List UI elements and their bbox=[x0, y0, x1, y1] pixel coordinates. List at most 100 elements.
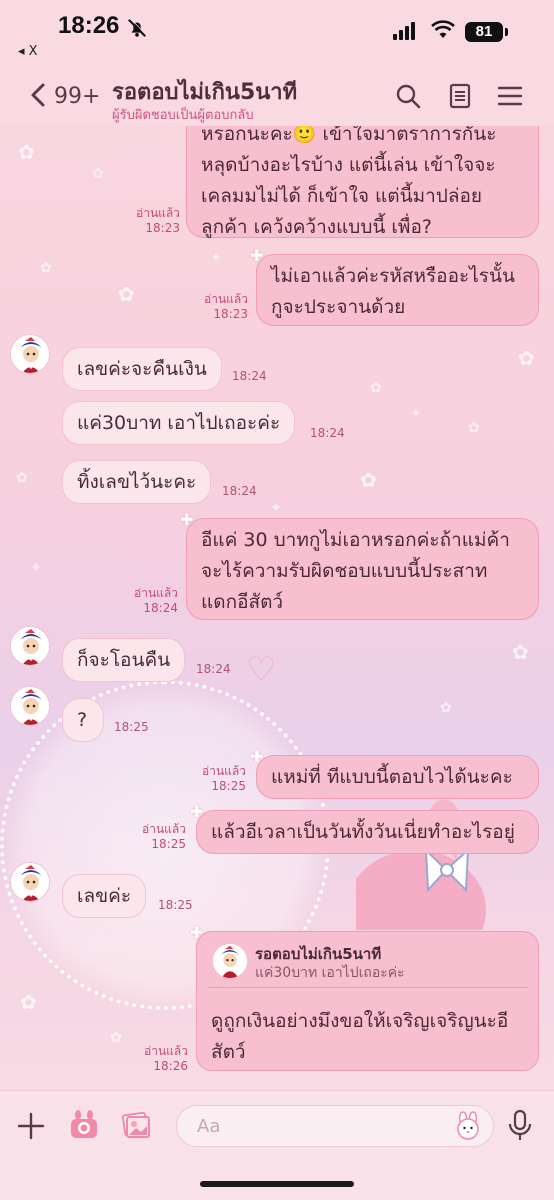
outgoing-message-bubble[interactable]: แล้วอีเวลาเป็นวันทั้งวันเนี่ยทำอะไรอยู่ bbox=[196, 810, 539, 854]
flower-decoration: ✿ bbox=[118, 282, 135, 306]
flower-decoration: ✿ bbox=[18, 140, 35, 164]
read-receipt: อ่านแล้ว bbox=[144, 1044, 188, 1058]
read-receipt: อ่านแล้ว bbox=[134, 586, 178, 600]
message-time: 18:25 bbox=[158, 898, 193, 912]
heart-decoration: ♡ bbox=[246, 650, 277, 690]
sparkle-decoration: ✚ bbox=[250, 246, 264, 265]
chat-header-foreground: 99+ รอตอบไม่เกิน5นาที ผู้รับผิดชอบเป็นผู… bbox=[0, 62, 554, 126]
status-time: 18:26 bbox=[58, 12, 120, 39]
flower-decoration: ✿ bbox=[40, 260, 52, 276]
incoming-message-bubble[interactable]: เลขค่ะจะคืนเงิน bbox=[62, 347, 222, 391]
sparkle-decoration: ✚ bbox=[190, 923, 204, 942]
message-line: ลูกค้า เคว้งคว้างแบบนี้ เพื่อ? bbox=[201, 216, 432, 238]
message-line: สัตว์ bbox=[211, 1041, 246, 1063]
message-text: ก็จะโอนคืน bbox=[77, 649, 171, 671]
flower-decoration: ✿ bbox=[370, 380, 382, 396]
message-meta: อ่านแล้ว 18:25 bbox=[176, 764, 246, 794]
read-receipt: อ่านแล้ว bbox=[136, 206, 180, 220]
message-time: 18:24 bbox=[143, 601, 178, 615]
message-meta: อ่านแล้ว 18:25 bbox=[116, 822, 186, 852]
message-line: กูจะประจานด้วย bbox=[271, 296, 406, 318]
message-text: ? bbox=[77, 709, 88, 731]
contact-avatar[interactable] bbox=[10, 334, 50, 374]
incoming-message-bubble[interactable]: ? bbox=[62, 698, 104, 742]
message-time: 18:24 bbox=[232, 369, 267, 383]
message-time: 18:24 bbox=[310, 426, 345, 440]
message-text: ทิ้งเลขไว้นะคะ bbox=[77, 471, 197, 493]
message-line: ไม่เอาแล้วค่ะรหัสหรืออะไรนั้น bbox=[271, 265, 515, 287]
flower-decoration: ✿ bbox=[16, 470, 28, 486]
incoming-message-bubble[interactable]: เลขค่ะ bbox=[62, 874, 147, 918]
incoming-message-bubble[interactable]: ทิ้งเลขไว้นะคะ bbox=[62, 460, 212, 504]
cellular-signal-icon bbox=[393, 22, 417, 40]
message-text: แหม่ที่ ทีแบบนี้ตอบไวได้นะคะ bbox=[271, 766, 513, 788]
flower-decoration: ✿ bbox=[518, 346, 535, 370]
camera-icon[interactable] bbox=[68, 1109, 100, 1141]
chat-subtitle: ผู้รับผิดชอบเป็นผู้ตอบกลับ bbox=[112, 108, 254, 123]
message-line: เคลมมไม่ได้ ก็เข้าใจ แต่นี้มาปล่อย bbox=[201, 185, 483, 207]
message-input[interactable]: Aa bbox=[176, 1105, 494, 1147]
message-text: เลขค่ะ bbox=[77, 885, 132, 907]
outgoing-message-bubble[interactable]: อีแค่ 30 บาทกูไม่เอาหรอกค่ะถ้าแม่ค้า จะไ… bbox=[186, 518, 539, 620]
message-line: อีแค่ 30 บาทกูไม่เอาหรอกค่ะถ้าแม่ค้า bbox=[201, 529, 510, 551]
quoted-text: แค่30บาท เอาไปเถอะค่ะ bbox=[255, 965, 405, 981]
image-gallery-icon[interactable] bbox=[120, 1109, 152, 1141]
sticker-icon[interactable] bbox=[453, 1111, 483, 1141]
flower-decoration: ✿ bbox=[20, 990, 37, 1014]
flower-decoration: ✿ bbox=[468, 420, 480, 436]
status-bar: 18:26 ◂ X 81 bbox=[0, 0, 554, 62]
flower-decoration: ✦ bbox=[210, 250, 222, 266]
message-line: แดกอีสัตว์ bbox=[201, 591, 284, 613]
sparkle-decoration: ✚ bbox=[180, 510, 194, 529]
battery-indicator: 81 bbox=[465, 22, 508, 42]
message-time: 18:25 bbox=[211, 779, 246, 793]
back-to-app-link[interactable]: ◂ X bbox=[18, 44, 38, 59]
message-meta: อ่านแล้ว 18:26 bbox=[118, 1044, 188, 1074]
flower-decoration: ✿ bbox=[360, 468, 377, 492]
contact-avatar[interactable] bbox=[10, 686, 50, 726]
plus-icon[interactable] bbox=[16, 1111, 46, 1141]
flower-decoration: ✿ bbox=[512, 640, 529, 664]
reply-text: ดูถูกเงินอย่างมึงขอให้เจริญเจริญนะอี สัต… bbox=[211, 1006, 508, 1068]
quoted-avatar bbox=[213, 944, 247, 978]
message-meta: อ่านแล้ว 18:23 bbox=[180, 292, 248, 322]
message-input-placeholder: Aa bbox=[197, 1116, 221, 1137]
quoted-message[interactable]: รอตอบไม่เกิน5นาที แค่30บาท เอาไปเถอะค่ะ bbox=[207, 938, 528, 988]
message-time: 18:26 bbox=[153, 1059, 188, 1073]
menu-icon[interactable] bbox=[496, 82, 524, 110]
wifi-icon bbox=[431, 20, 455, 38]
incoming-message-bubble[interactable]: แค่30บาท เอาไปเถอะค่ะ bbox=[62, 401, 296, 445]
flower-decoration: ✦ bbox=[270, 500, 282, 516]
microphone-icon[interactable] bbox=[506, 1109, 534, 1143]
contact-avatar[interactable] bbox=[10, 862, 50, 902]
message-text: แล้วอีเวลาเป็นวันทั้งวันเนี่ยทำอะไรอยู่ bbox=[211, 821, 515, 843]
flower-decoration: ✿ bbox=[440, 700, 452, 716]
message-time: 18:25 bbox=[151, 837, 186, 851]
message-time: 18:25 bbox=[114, 720, 149, 734]
bell-muted-icon bbox=[128, 18, 147, 37]
sparkle-decoration: ✚ bbox=[190, 802, 204, 821]
flower-decoration: ✦ bbox=[410, 406, 422, 422]
sparkle-decoration: ✚ bbox=[250, 747, 264, 766]
contact-avatar[interactable] bbox=[10, 626, 50, 666]
message-meta: อ่านแล้ว 18:23 bbox=[110, 206, 180, 236]
message-text: แค่30บาท เอาไปเถอะค่ะ bbox=[77, 412, 281, 434]
home-indicator[interactable] bbox=[200, 1181, 354, 1187]
message-time: 18:24 bbox=[196, 662, 231, 676]
message-input-bar: Aa bbox=[0, 1090, 554, 1200]
unread-count[interactable]: 99+ bbox=[54, 84, 100, 109]
flower-decoration: ✿ bbox=[92, 166, 104, 182]
flower-decoration: ✦ bbox=[30, 560, 42, 576]
message-line: หลุดบ้างอะไรบ้าง แต่นี้เล่น เข้าใจจะ bbox=[201, 154, 496, 176]
outgoing-message-bubble[interactable]: ไม่เอาแล้วค่ะรหัสหรืออะไรนั้น กูจะประจาน… bbox=[256, 254, 539, 326]
outgoing-message-bubble[interactable]: แหม่ที่ ทีแบบนี้ตอบไวได้นะคะ bbox=[256, 755, 539, 799]
incoming-message-bubble[interactable]: ก็จะโอนคืน bbox=[62, 638, 186, 682]
chevron-left-icon[interactable] bbox=[28, 82, 48, 108]
read-receipt: อ่านแล้ว bbox=[142, 822, 186, 836]
notes-icon[interactable] bbox=[446, 82, 474, 110]
outgoing-reply-bubble[interactable]: รอตอบไม่เกิน5นาที แค่30บาท เอาไปเถอะค่ะ … bbox=[196, 931, 539, 1071]
message-time: 18:23 bbox=[145, 221, 180, 235]
message-line: จะไร้ความรับผิดชอบแบบนี้ประสาท bbox=[201, 560, 488, 582]
read-receipt: อ่านแล้ว bbox=[204, 292, 248, 306]
search-icon[interactable] bbox=[394, 82, 422, 110]
